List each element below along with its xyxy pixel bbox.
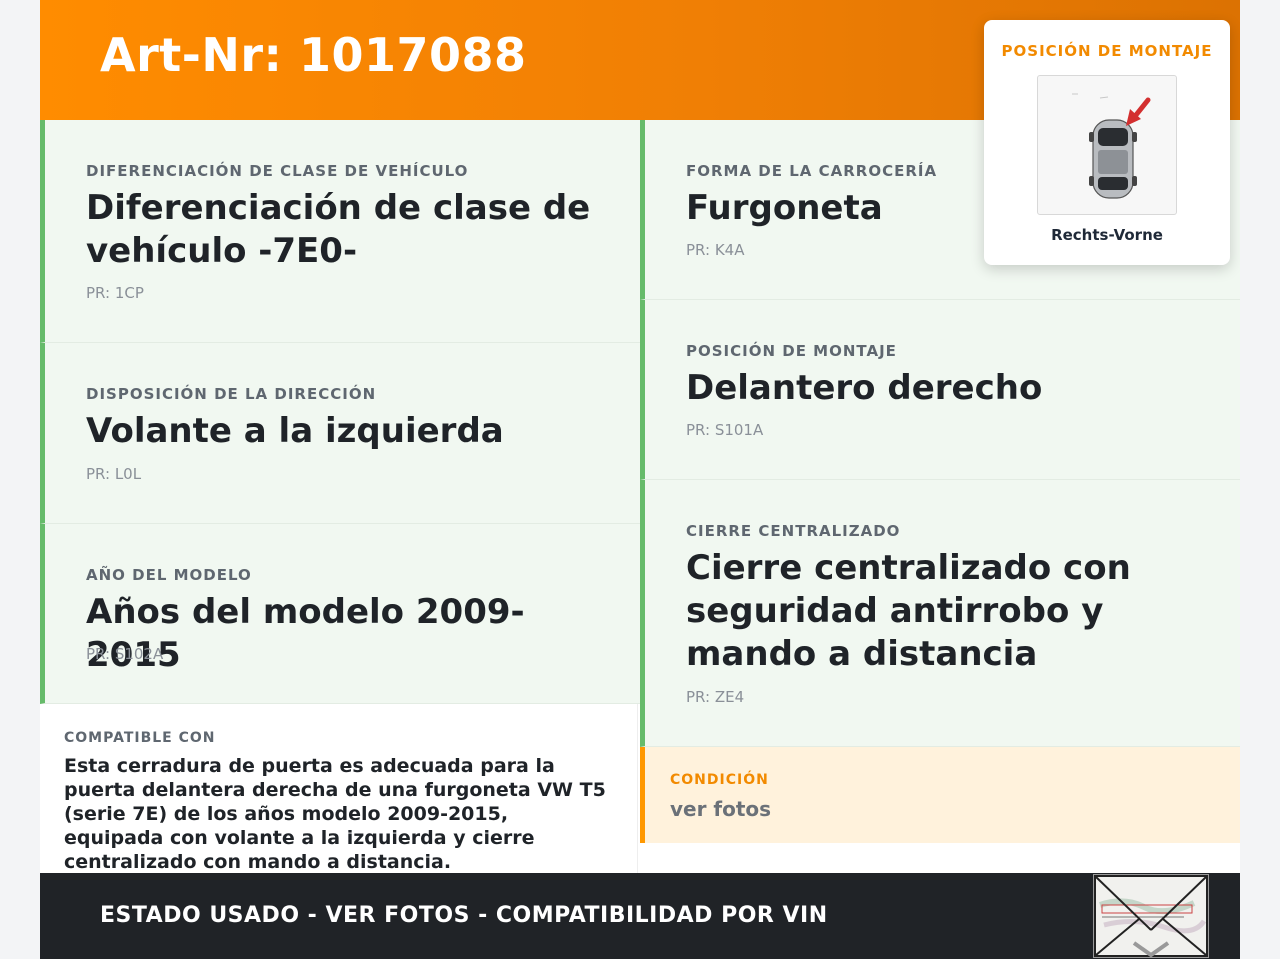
attr-value: Años del modelo 2009-2015 [86, 592, 525, 675]
page-title: Art-Nr: 1017088 [100, 28, 527, 82]
attr-pr-code: PR: K4A [686, 241, 745, 259]
attr-value: Cierre centralizado con seguridad antirr… [686, 548, 1131, 674]
attr-vehicle-class: DIFERENCIACIÓN DE CLASE DE VEHÍCULO Dife… [40, 120, 640, 343]
attr-mount-position: POSICIÓN DE MONTAJE Delantero derecho PR… [640, 300, 1240, 480]
registration-document-icon[interactable] [1093, 874, 1209, 958]
attr-model-year: AÑO DEL MODELO Años del modelo 2009-2015… [40, 524, 640, 704]
compatibility-text: Esta cerradura de puerta es adecuada par… [64, 755, 606, 873]
attr-label: CIERRE CENTRALIZADO [686, 522, 901, 540]
footer-bar: ESTADO USADO - VER FOTOS - COMPATIBILIDA… [40, 873, 1240, 959]
condition-label: CONDICIÓN [670, 772, 769, 788]
compatibility-label: COMPATIBLE CON [64, 730, 216, 746]
attr-pr-code: PR: 1CP [86, 284, 144, 302]
condition-section: CONDICIÓN ver fotos [640, 747, 1240, 843]
attr-value: Diferenciación de clase de vehículo -7E0… [86, 188, 591, 271]
attr-pr-code: PR: S102A [86, 645, 164, 663]
condition-value: ver fotos [670, 797, 772, 821]
attr-pr-code: PR: L0L [86, 465, 142, 483]
attr-label: FORMA DE LA CARROCERÍA [686, 162, 938, 180]
car-top-view-icon[interactable] [1037, 75, 1177, 215]
attr-value: Volante a la izquierda [86, 411, 504, 451]
attr-pr-code: PR: ZE4 [686, 688, 745, 706]
attr-label: DIFERENCIACIÓN DE CLASE DE VEHÍCULO [86, 162, 469, 180]
attr-label: DISPOSICIÓN DE LA DIRECCIÓN [86, 385, 377, 403]
attr-label: POSICIÓN DE MONTAJE [686, 342, 897, 360]
attr-pr-code: PR: S101A [686, 421, 764, 439]
compatibility-section: COMPATIBLE CON Esta cerradura de puerta … [40, 704, 638, 873]
attr-value: Delantero derecho [686, 368, 1043, 408]
product-sheet: Art-Nr: 1017088 POSICIÓN DE MONTAJE Rech… [40, 0, 1240, 959]
mount-card-label: Rechts-Vorne [1051, 226, 1163, 244]
mount-position-card: POSICIÓN DE MONTAJE Rechts-Vorne [984, 20, 1230, 265]
footer-text: ESTADO USADO - VER FOTOS - COMPATIBILIDA… [100, 903, 828, 928]
mount-card-title: POSICIÓN DE MONTAJE [1001, 42, 1213, 60]
attr-label: AÑO DEL MODELO [86, 566, 252, 584]
attr-central-locking: CIERRE CENTRALIZADO Cierre centralizado … [640, 480, 1240, 747]
attr-steering: DISPOSICIÓN DE LA DIRECCIÓN Volante a la… [40, 343, 640, 524]
